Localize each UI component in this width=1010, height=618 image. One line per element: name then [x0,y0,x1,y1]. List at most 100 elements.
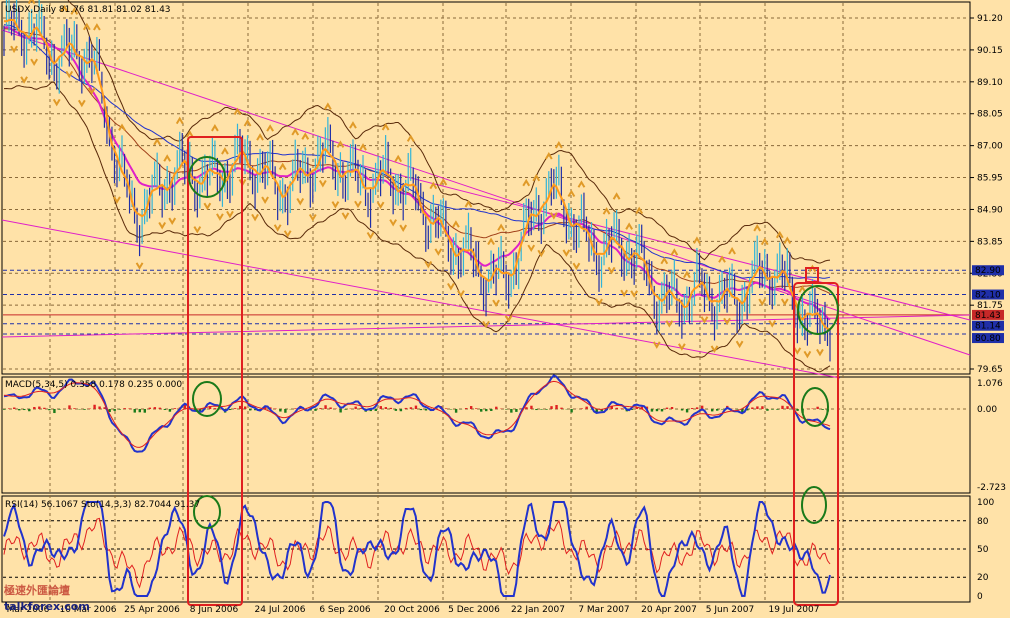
fractal-down [283,230,292,238]
price-tick-label: 79.65 [977,365,1003,375]
price-tag-label: 80.80 [975,334,1001,344]
fractal-down [226,210,234,219]
fractal-up [522,178,531,187]
fractal-down [816,348,824,357]
macd-hist-bar [344,409,347,410]
fractal-up [577,180,586,188]
oscillator-header: RSI(14) 56.1067 Sto(14,3,3) 82.7044 91.3… [5,500,200,510]
fractal-down [30,58,38,67]
band-upper [67,0,831,264]
fractal-down [492,299,500,308]
macd-hist-bar [73,408,76,409]
fractal-down [203,202,212,211]
price-tag-label: 81.14 [975,322,1001,332]
price-tick-label: 89.10 [977,78,1003,88]
fractal-up [394,154,403,163]
macd-hist-bar [284,409,287,413]
macd-hist-bar [329,407,332,409]
macd-hist-bar [510,409,513,413]
price-tick-label: 84.90 [977,205,1003,215]
fractal-up [670,248,679,256]
price-tick-label: 85.95 [977,174,1003,184]
oscillator-axis: 100 80 50 20 0 [977,498,994,602]
macd-hist-bar [359,408,362,409]
fractal-down [389,219,398,227]
macd-hist-bar [761,406,764,409]
date-tick-label: 8 Jun 2006 [190,605,239,615]
osc-tick-label: 50 [977,545,989,555]
fractal-up [324,102,332,110]
macd-hist-bar [379,406,382,409]
fractal-up [163,154,172,162]
fractal-up [175,116,184,125]
macd-hist-bar [13,407,16,409]
macd-hist-bar [23,409,26,411]
fractal-down [366,231,375,240]
macd-hist-bar [314,409,317,411]
fractal-up [487,237,495,246]
fractal-up [256,133,264,141]
osc-tick-label: 100 [977,498,994,508]
fractal-down [607,266,616,275]
fractal-down [273,224,282,232]
date-tick-label: 25 Apr 2006 [124,605,180,615]
macd-hist-bar [113,409,116,411]
macd-hist-bar [515,409,518,412]
fractal-up [728,247,736,255]
macd-hist-bar [68,405,71,409]
fractal-down [296,197,305,206]
macd-hist-bar [776,409,779,410]
fractal-down [77,99,86,108]
price-tag-label: 82.90 [975,266,1001,276]
circle-macd-left [192,381,222,417]
macd-hist-bar [821,409,824,410]
macd-hist-bar [414,405,418,409]
macd-hist-bar [374,409,377,411]
fractal-up [406,134,415,142]
macd-hist-bar [490,409,493,411]
forex-chart[interactable]: USDX,Daily 81.76 81.81 81.02 81.43 MACD(… [0,0,1010,618]
date-tick-label: 22 Jan 2007 [511,605,565,615]
macd-hist-bar [18,409,21,411]
macd-hist-bar [244,406,247,409]
macd-hist-bar [736,409,739,410]
macd-hist-bar [294,408,297,409]
macd-hist-bar [153,407,157,409]
price-tick-label: 90.15 [977,46,1003,56]
fractal-up [693,236,701,244]
macd-hist-bar [58,409,61,410]
date-tick-label: 19 Jul 2007 [769,605,820,615]
macd-hist-bar [394,409,398,411]
macd-hist-bar [585,406,588,409]
macd-hist-bar [690,408,694,409]
macd-hist-bar [615,407,618,409]
fractal-down [216,213,224,221]
macd-hist-bar [389,407,393,409]
macd-hist-bar [786,406,789,409]
fractal-down [803,350,812,359]
macd-hist-bar [168,409,172,412]
price-tick-label: 88.05 [977,110,1003,120]
macd-hist-bar [555,405,558,409]
macd-hist-bar [751,407,754,409]
fractal-up [612,192,621,200]
macd-hist-bar [339,409,342,413]
macd-hist-bar [133,409,136,413]
macd-hist-bar [550,406,553,409]
osc-tick-label: 80 [977,517,989,527]
macd-hist-bar [505,409,508,410]
osc-tick-label: 20 [977,573,989,583]
macd-hist-bar [480,409,483,412]
fractal-down [20,76,28,84]
price-tag-label: 81.43 [975,311,1001,321]
macd-hist-bar [580,408,583,409]
fractal-down [562,249,571,257]
macd-hist-bar [530,405,533,409]
fractal-down [527,244,536,253]
fractal-up [452,220,460,228]
fractal-up [349,121,357,129]
macd-hist-bar [756,406,759,409]
macd-hist-bar [695,407,699,409]
circle-osc-right [801,486,827,524]
macd-hist-bar [143,409,146,413]
